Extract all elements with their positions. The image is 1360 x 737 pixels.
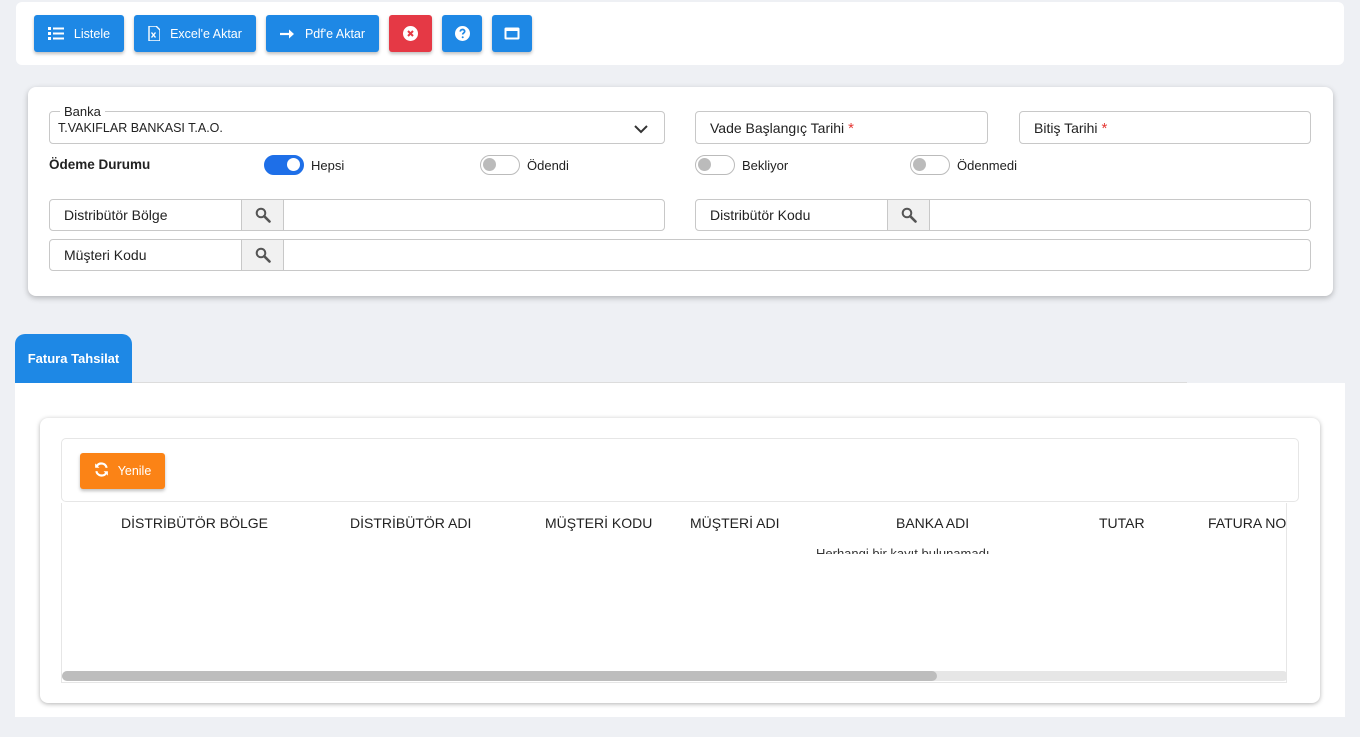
search-icon[interactable] bbox=[242, 200, 284, 230]
toggle-switch[interactable] bbox=[910, 155, 950, 175]
toggle-odenmedi-label: Ödenmedi bbox=[957, 157, 1017, 173]
toggle-switch[interactable] bbox=[264, 155, 304, 175]
toggle-hepsi[interactable]: Hepsi bbox=[264, 155, 344, 175]
distributor-code-input[interactable] bbox=[930, 200, 1310, 230]
empty-message: Herhangi bir kayıt bulunamadı bbox=[816, 547, 989, 554]
distributor-region-lookup: Distribütör Bölge bbox=[49, 199, 665, 231]
list-button[interactable]: Listele bbox=[34, 15, 124, 52]
bank-select[interactable]: Banka T.VAKIFLAR BANKASI T.A.O. bbox=[49, 104, 665, 144]
toggle-odendi-label: Ödendi bbox=[527, 157, 569, 173]
grid-toolbar: Yenile bbox=[61, 438, 1299, 502]
end-date-label: Bitiş Tarihi * bbox=[1034, 120, 1108, 137]
toggle-switch[interactable] bbox=[480, 155, 520, 175]
toggle-bekliyor[interactable]: Bekliyor bbox=[695, 155, 788, 175]
column-header-amount[interactable]: TUTAR bbox=[1099, 515, 1145, 531]
toggle-odenmedi[interactable]: Ödenmedi bbox=[910, 155, 1017, 175]
customer-code-label: Müşteri Kodu bbox=[50, 240, 242, 270]
bank-selected-value: T.VAKIFLAR BANKASI T.A.O. bbox=[58, 121, 223, 135]
tab-label: Fatura Tahsilat bbox=[27, 351, 120, 366]
chevron-down-icon[interactable] bbox=[634, 121, 648, 139]
start-date-label: Vade Başlangıç Tarihi * bbox=[710, 120, 854, 137]
end-date-field[interactable]: Bitiş Tarihi * bbox=[1019, 111, 1311, 144]
customer-code-input[interactable] bbox=[284, 240, 1310, 270]
export-pdf-button[interactable]: Pdf'e Aktar bbox=[266, 15, 379, 52]
tab-fatura-tahsilat[interactable]: Fatura Tahsilat bbox=[15, 334, 132, 383]
column-header-distributor-name[interactable]: DİSTRİBÜTÖR ADI bbox=[350, 515, 471, 531]
column-header-bank-name[interactable]: BANKA ADI bbox=[896, 515, 969, 531]
distributor-region-input[interactable] bbox=[284, 200, 664, 230]
column-header-customer-code[interactable]: MÜŞTERİ KODU bbox=[545, 515, 652, 531]
customer-code-lookup: Müşteri Kodu bbox=[49, 239, 1311, 271]
toggle-hepsi-label: Hepsi bbox=[311, 157, 345, 173]
payment-status-label: Ödeme Durumu bbox=[49, 157, 151, 172]
list-button-label: Listele bbox=[73, 26, 111, 41]
export-pdf-label: Pdf'e Aktar bbox=[304, 26, 366, 41]
distributor-code-lookup: Distribütör Kodu bbox=[695, 199, 1311, 231]
arrow-right-icon bbox=[279, 29, 295, 39]
filter-panel: Banka T.VAKIFLAR BANKASI T.A.O. Vade Baş… bbox=[28, 87, 1333, 296]
distributor-region-label: Distribütör Bölge bbox=[50, 200, 242, 230]
question-circle-icon bbox=[454, 26, 470, 41]
window-icon bbox=[504, 27, 520, 40]
start-date-field[interactable]: Vade Başlangıç Tarihi * bbox=[695, 111, 988, 144]
clear-button[interactable] bbox=[389, 15, 432, 52]
refresh-label: Yenile bbox=[117, 464, 152, 478]
action-toolbar: Listele Excel'e Aktar Pdf'e Aktar bbox=[16, 2, 1344, 65]
close-circle-icon bbox=[403, 26, 418, 41]
toggle-bekliyor-label: Bekliyor bbox=[742, 157, 789, 173]
grid-card: Yenile DİSTRİBÜTÖR BÖLGE DİSTRİBÜTÖR ADI… bbox=[40, 418, 1320, 703]
excel-file-icon bbox=[148, 26, 161, 41]
export-excel-label: Excel'e Aktar bbox=[170, 26, 242, 41]
horizontal-scrollbar[interactable] bbox=[62, 671, 1286, 681]
window-button[interactable] bbox=[492, 15, 532, 52]
refresh-button[interactable]: Yenile bbox=[80, 453, 165, 489]
column-header-distributor-region[interactable]: DİSTRİBÜTÖR BÖLGE bbox=[121, 515, 268, 531]
scrollbar-thumb[interactable] bbox=[62, 671, 938, 681]
toggle-odendi[interactable]: Ödendi bbox=[480, 155, 569, 175]
help-button[interactable] bbox=[442, 15, 482, 52]
search-icon[interactable] bbox=[242, 240, 284, 270]
bank-label: Banka bbox=[60, 104, 105, 119]
distributor-code-label: Distribütör Kodu bbox=[696, 200, 888, 230]
column-header-invoice-no[interactable]: FATURA NO bbox=[1208, 515, 1286, 531]
search-icon[interactable] bbox=[888, 200, 930, 230]
refresh-icon bbox=[94, 462, 109, 480]
list-icon bbox=[47, 27, 64, 40]
export-excel-button[interactable]: Excel'e Aktar bbox=[134, 15, 256, 52]
column-header-customer-name[interactable]: MÜŞTERİ ADI bbox=[690, 515, 779, 531]
toggle-switch[interactable] bbox=[695, 155, 735, 175]
data-grid: DİSTRİBÜTÖR BÖLGE DİSTRİBÜTÖR ADI MÜŞTER… bbox=[61, 503, 1287, 683]
